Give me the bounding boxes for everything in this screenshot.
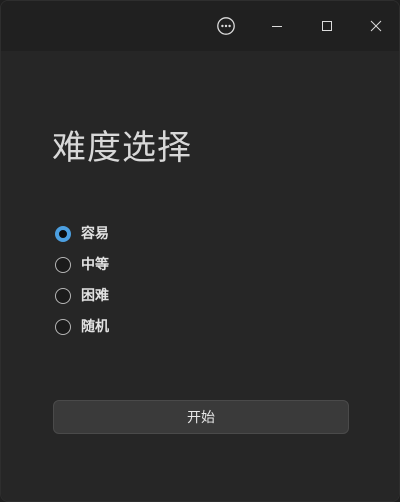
radio-button[interactable] — [55, 318, 71, 335]
radio-option-random[interactable]: 随机 — [55, 311, 109, 342]
main-content: 难度选择 容易 中等 困难 随机 开始 — [1, 51, 399, 501]
radio-label: 随机 — [81, 318, 109, 335]
radio-button-checked[interactable] — [55, 225, 71, 242]
difficulty-radio-group: 容易 中等 困难 随机 — [55, 218, 109, 342]
title-bar — [1, 1, 399, 51]
close-button[interactable] — [356, 6, 396, 46]
page-title: 难度选择 — [52, 128, 192, 168]
app-window: 难度选择 容易 中等 困难 随机 开始 — [0, 0, 400, 502]
minimize-button[interactable] — [257, 6, 297, 46]
close-icon — [370, 20, 382, 32]
start-button[interactable]: 开始 — [53, 400, 349, 434]
maximize-button[interactable] — [307, 6, 347, 46]
radio-option-hard[interactable]: 困难 — [55, 280, 109, 311]
maximize-icon — [321, 20, 333, 32]
radio-option-medium[interactable]: 中等 — [55, 249, 109, 280]
radio-label: 容易 — [81, 225, 109, 242]
more-horizontal-circle-icon — [216, 16, 236, 36]
radio-option-easy[interactable]: 容易 — [55, 218, 109, 249]
minimize-icon — [271, 20, 283, 32]
radio-button[interactable] — [55, 256, 71, 273]
radio-label: 困难 — [81, 287, 109, 304]
radio-label: 中等 — [81, 256, 109, 273]
more-options-button[interactable] — [206, 6, 246, 46]
radio-button[interactable] — [55, 287, 71, 304]
